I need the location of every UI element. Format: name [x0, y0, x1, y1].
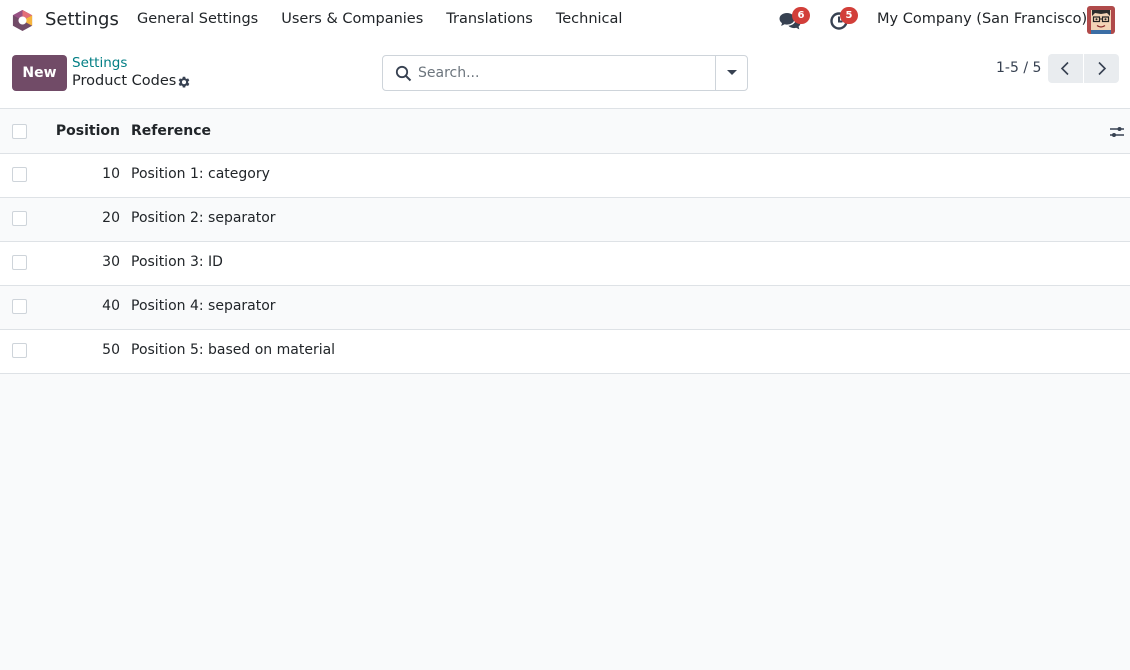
odoo-logo-icon[interactable] — [11, 9, 34, 32]
table-row[interactable]: 20 Position 2: separator — [0, 198, 1130, 242]
row-checkbox[interactable] — [12, 343, 27, 358]
row-checkbox[interactable] — [12, 211, 27, 226]
caret-down-icon — [727, 70, 737, 75]
column-header-reference[interactable]: Reference — [131, 123, 211, 139]
table-header: Position Reference — [0, 110, 1130, 154]
cell-position: 50 — [102, 342, 120, 358]
table-row[interactable]: 30 Position 3: ID — [0, 242, 1130, 286]
row-checkbox[interactable] — [12, 255, 27, 270]
cell-position: 40 — [102, 298, 120, 314]
search-options-toggle[interactable] — [715, 56, 747, 90]
cell-reference: Position 3: ID — [131, 254, 223, 270]
cell-reference: Position 2: separator — [131, 210, 276, 226]
cell-reference: Position 4: separator — [131, 298, 276, 314]
main-menu: General Settings Users & Companies Trans… — [137, 11, 645, 27]
chevron-right-icon — [1098, 61, 1107, 76]
menu-technical[interactable]: Technical — [556, 11, 623, 27]
new-button[interactable]: New — [12, 55, 67, 91]
cell-position: 20 — [102, 210, 120, 226]
search-input[interactable] — [418, 62, 708, 84]
pager-next-button[interactable] — [1084, 54, 1119, 83]
cell-reference: Position 5: based on material — [131, 342, 336, 358]
control-panel: New Settings Product Codes 1-5 / 5 — [0, 41, 1130, 109]
app-name[interactable]: Settings — [45, 9, 119, 30]
activities-badge: 5 — [840, 7, 858, 24]
gear-icon[interactable] — [177, 75, 191, 89]
user-avatar-icon[interactable] — [1087, 6, 1115, 34]
column-header-position[interactable]: Position — [56, 123, 120, 139]
chevron-left-icon — [1060, 61, 1069, 76]
breadcrumb-current: Product Codes — [72, 73, 177, 89]
search-bar — [382, 55, 748, 91]
list-view: Position Reference 10 Position 1: catego… — [0, 110, 1130, 374]
company-switcher[interactable]: My Company (San Francisco) — [877, 11, 1087, 27]
menu-general-settings[interactable]: General Settings — [137, 11, 258, 27]
pager-value[interactable]: 1-5 / 5 — [996, 60, 1041, 76]
menu-translations[interactable]: Translations — [446, 11, 533, 27]
table-row[interactable]: 50 Position 5: based on material — [0, 330, 1130, 374]
top-navbar: Settings General Settings Users & Compan… — [0, 0, 1130, 41]
search-icon — [395, 65, 412, 82]
table-row[interactable]: 10 Position 1: category — [0, 154, 1130, 198]
cell-position: 10 — [102, 166, 120, 182]
row-checkbox[interactable] — [12, 299, 27, 314]
cell-reference: Position 1: category — [131, 166, 270, 182]
row-checkbox[interactable] — [12, 167, 27, 182]
menu-users-companies[interactable]: Users & Companies — [281, 11, 423, 27]
sliders-icon[interactable] — [1109, 124, 1125, 140]
table-row[interactable]: 40 Position 4: separator — [0, 286, 1130, 330]
select-all-checkbox[interactable] — [12, 124, 27, 139]
messages-badge: 6 — [792, 7, 810, 24]
breadcrumb-settings[interactable]: Settings — [72, 55, 127, 71]
pager-previous-button[interactable] — [1048, 54, 1083, 83]
cell-position: 30 — [102, 254, 120, 270]
